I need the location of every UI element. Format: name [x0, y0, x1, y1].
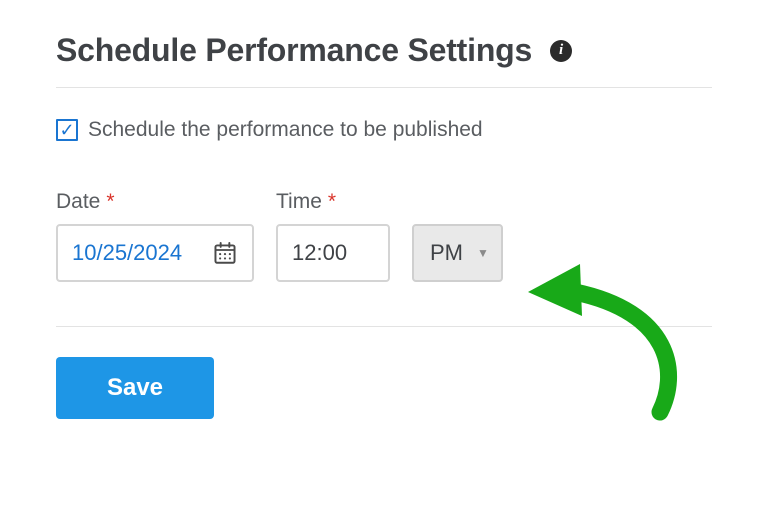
time-input[interactable]: 12:00	[276, 224, 390, 282]
schedule-checkbox-label: Schedule the performance to be published	[88, 118, 483, 142]
divider-top	[56, 87, 712, 88]
date-value: 10/25/2024	[72, 240, 182, 266]
time-field: Time * 12:00	[276, 190, 390, 282]
calendar-icon[interactable]	[212, 240, 238, 266]
check-icon: ✓	[59, 121, 74, 139]
schedule-checkbox-row: ✓ Schedule the performance to be publish…	[56, 118, 712, 142]
info-icon[interactable]: i	[550, 40, 572, 62]
time-label: Time *	[276, 190, 390, 214]
date-label: Date *	[56, 190, 254, 214]
schedule-checkbox[interactable]: ✓	[56, 119, 78, 141]
ampm-select[interactable]: PM ▼	[412, 224, 503, 282]
date-label-text: Date	[56, 190, 100, 213]
page-title: Schedule Performance Settings	[56, 32, 532, 69]
required-mark: *	[106, 190, 114, 213]
title-row: Schedule Performance Settings i	[56, 32, 712, 69]
time-label-text: Time	[276, 190, 322, 213]
divider-bottom	[56, 326, 712, 327]
date-field: Date * 10/25/2024	[56, 190, 254, 282]
date-input[interactable]: 10/25/2024	[56, 224, 254, 282]
required-mark: *	[328, 190, 336, 213]
chevron-down-icon: ▼	[477, 246, 489, 260]
ampm-value: PM	[430, 240, 463, 266]
save-button[interactable]: Save	[56, 357, 214, 419]
time-value: 12:00	[292, 240, 347, 266]
fields-row: Date * 10/25/2024	[56, 190, 712, 282]
